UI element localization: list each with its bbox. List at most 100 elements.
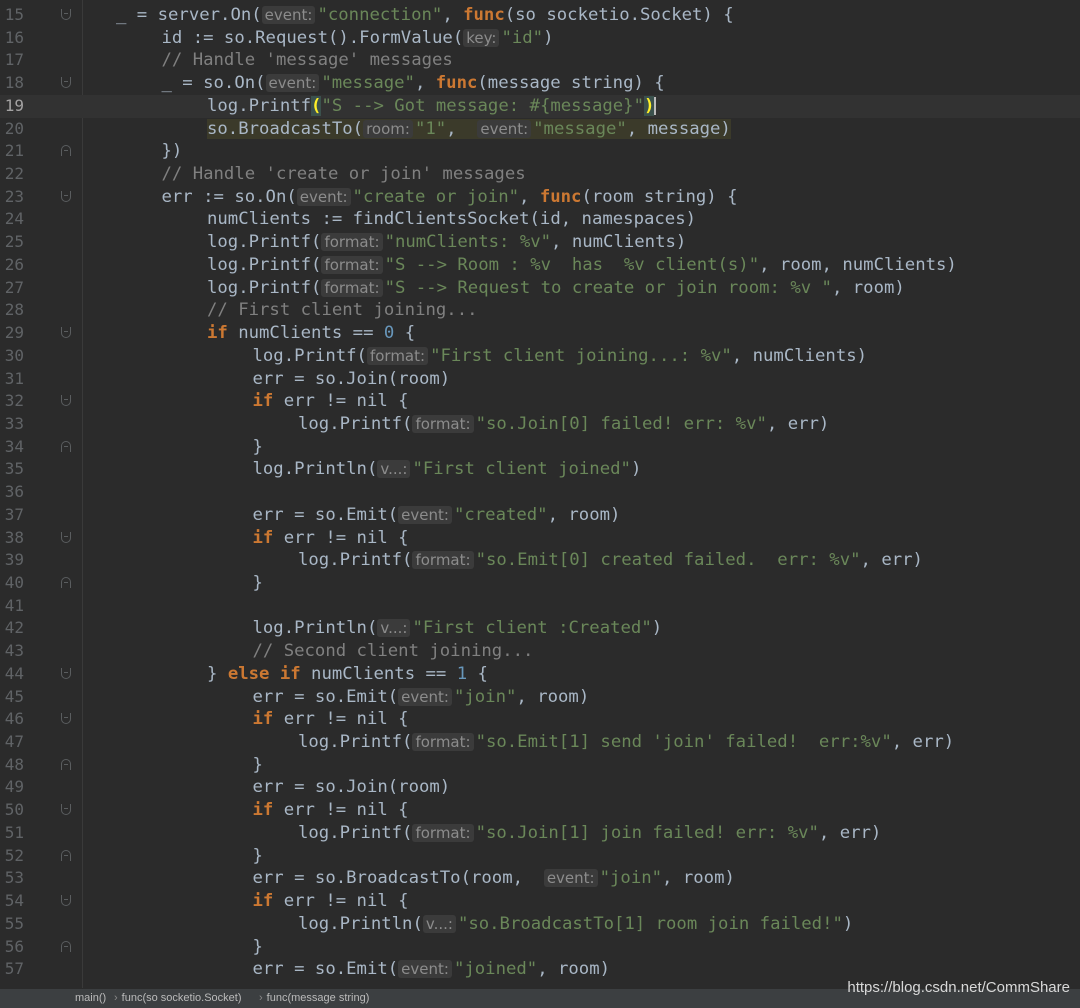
code-line[interactable]: 57 err = so.Emit(event: "joined", room) — [0, 958, 1080, 981]
fold-expanded-icon[interactable] — [61, 190, 71, 202]
fold-end-icon[interactable] — [61, 145, 71, 157]
code-line[interactable]: 55 log.Println(v...: "so.BroadcastTo[1] ro… — [0, 913, 1080, 936]
code-token: ) — [643, 95, 655, 116]
fold-expanded-icon[interactable] — [61, 327, 71, 339]
code-token: } — [252, 936, 263, 957]
fold-expanded-icon[interactable] — [61, 531, 71, 543]
code-token: "join" — [453, 686, 517, 707]
fold-end-icon[interactable] — [61, 758, 71, 770]
code-line[interactable]: 48} — [0, 754, 1080, 777]
parameter-hint: v...: — [422, 914, 456, 933]
code-token: func — [435, 73, 478, 94]
code-line[interactable]: 22 // Handle 'create or join' messages — [0, 163, 1080, 186]
code-line[interactable]: 18 _ = so.On(event: "message", func(messag… — [0, 72, 1080, 95]
fold-expanded-icon[interactable] — [61, 395, 71, 407]
breadcrumb-func-message[interactable]: › func(message string) — [259, 989, 369, 1008]
code-line[interactable]: 33 log.Printf(format: "so.Join[0] failed! … — [0, 413, 1080, 436]
code-text: log.Println(v...: "so.BroadcastTo[1] room… — [298, 913, 853, 936]
code-line[interactable]: 25 log.Printf(format: "numClients: %v", nu… — [0, 231, 1080, 254]
code-line[interactable]: 43 // Second client joining... — [0, 640, 1080, 663]
code-line[interactable]: 34} — [0, 436, 1080, 459]
code-line[interactable]: 17 // Handle 'message' messages — [0, 49, 1080, 72]
code-line[interactable]: 51 log.Printf(format: "so.Join[1] join fai… — [0, 822, 1080, 845]
code-token: // Handle 'message' messages — [161, 50, 453, 71]
code-token: err != nil { — [273, 527, 409, 548]
breadcrumb-func-socket[interactable]: › func(so socketio.Socket) — [114, 989, 242, 1008]
fold-expanded-icon[interactable] — [61, 77, 71, 89]
line-number: 23 — [4, 186, 24, 206]
line-number: 27 — [4, 277, 24, 297]
code-editor[interactable]: 15 _ = server.On(event: "connection", func… — [0, 0, 1080, 988]
code-token: (so socketio.Socket) { — [504, 5, 734, 25]
code-line[interactable]: 45 err = so.Emit(event: "join", room) — [0, 686, 1080, 709]
code-line[interactable]: 29 if numClients == 0 { — [0, 322, 1080, 345]
code-line[interactable]: 28 // First client joining... — [0, 299, 1080, 322]
code-line[interactable]: 20 so.BroadcastTo(room: "1", event: "messag… — [0, 118, 1080, 141]
code-token: err != nil { — [273, 800, 409, 821]
parameter-hint: event: — [296, 187, 351, 206]
code-line[interactable]: 30 log.Printf(format: "First client joinin… — [0, 345, 1080, 368]
breadcrumb-main[interactable]: main() — [75, 989, 106, 1008]
code-line[interactable]: 26 log.Printf(format: "S --> Room : %v has… — [0, 254, 1080, 277]
fold-end-icon[interactable] — [61, 440, 71, 452]
code-token: "so.Emit[0] created failed. err: %v" — [475, 550, 861, 571]
fold-end-icon[interactable] — [61, 577, 71, 588]
line-number: 20 — [4, 118, 24, 138]
fold-expanded-icon[interactable] — [61, 713, 71, 725]
code-line[interactable]: 23 err := so.On(event: "create or join", f… — [0, 186, 1080, 209]
code-token: err != nil { — [273, 709, 409, 730]
code-line[interactable]: 16 id := so.Request().FormValue(key: "id") — [0, 27, 1080, 50]
code-line[interactable]: 39 log.Printf(format: "so.Emit[0] created … — [0, 549, 1080, 572]
code-token: "created" — [453, 504, 548, 525]
code-text: log.Printf(format: "First client joining.… — [253, 345, 868, 368]
code-line[interactable]: 46 if err != nil { — [0, 708, 1080, 731]
code-line[interactable]: 32 if err != nil { — [0, 390, 1080, 413]
code-line[interactable]: 35 log.Println(v...: "First client joined"… — [0, 458, 1080, 481]
code-token: err = so.Emit( — [252, 959, 399, 980]
code-line[interactable]: 56} — [0, 936, 1080, 959]
code-token: err = so.BroadcastTo(room, — [252, 868, 544, 889]
code-text: so.BroadcastTo(room: "1", event: "message"… — [207, 118, 731, 141]
code-line[interactable]: 21}) — [0, 140, 1080, 163]
parameter-hint: event: — [398, 960, 452, 979]
fold-end-icon[interactable] — [61, 849, 71, 861]
fold-expanded-icon[interactable] — [61, 667, 71, 679]
code-line[interactable]: 27 log.Printf(format: "S --> Request to cr… — [0, 277, 1080, 300]
code-line[interactable]: 50 if err != nil { — [0, 799, 1080, 822]
code-line[interactable]: 44} else if numClients == 1 { — [0, 663, 1080, 686]
code-token: , numClients) — [551, 232, 687, 253]
code-token: "message" — [533, 118, 627, 139]
parameter-hint: v...: — [377, 619, 411, 638]
code-text: err = so.BroadcastTo(room, event: "join",… — [253, 867, 735, 890]
code-token: err != nil { — [273, 391, 409, 412]
code-line[interactable]: 37 err = so.Emit(event: "created", room) — [0, 504, 1080, 527]
code-line[interactable]: 40} — [0, 572, 1080, 595]
code-line[interactable]: 19 log.Printf("S --> Got message: #{messa… — [0, 94, 1080, 118]
code-line[interactable]: 41 — [0, 595, 1080, 618]
code-line[interactable]: 54 if err != nil { — [0, 890, 1080, 913]
code-line[interactable]: 31 err = so.Join(room) — [0, 368, 1080, 391]
code-token: 0 — [383, 323, 395, 344]
code-line[interactable]: 38 if err != nil { — [0, 527, 1080, 550]
code-line[interactable]: 24 numClients := findClientsSocket(id, na… — [0, 208, 1080, 231]
code-text: // First client joining... — [207, 299, 478, 322]
code-line[interactable]: 53 err = so.BroadcastTo(room, event: "join… — [0, 867, 1080, 890]
line-number: 19 — [4, 95, 24, 115]
code-line[interactable]: 36 — [0, 481, 1080, 504]
code-line[interactable]: 47 log.Printf(format: "so.Emit[1] send 'jo… — [0, 731, 1080, 754]
code-line[interactable]: 15 _ = server.On(event: "connection", func… — [0, 4, 1080, 27]
code-text: if err != nil { — [253, 708, 409, 731]
code-text: err = so.Join(room) — [253, 776, 451, 799]
code-text: log.Printf(format: "so.Emit[1] send 'join… — [298, 731, 954, 754]
code-token: if — [252, 800, 274, 821]
parameter-hint: format: — [412, 551, 474, 570]
fold-expanded-icon[interactable] — [61, 804, 71, 816]
fold-expanded-icon[interactable] — [61, 9, 71, 20]
code-line[interactable]: 52} — [0, 845, 1080, 868]
line-number: 46 — [4, 709, 24, 729]
fold-end-icon[interactable] — [61, 940, 71, 952]
code-line[interactable]: 49 err = so.Join(room) — [0, 776, 1080, 799]
code-token: , room) — [831, 277, 905, 298]
fold-expanded-icon[interactable] — [61, 895, 71, 907]
code-line[interactable]: 42 log.Println(v...: "First client :Create… — [0, 617, 1080, 640]
